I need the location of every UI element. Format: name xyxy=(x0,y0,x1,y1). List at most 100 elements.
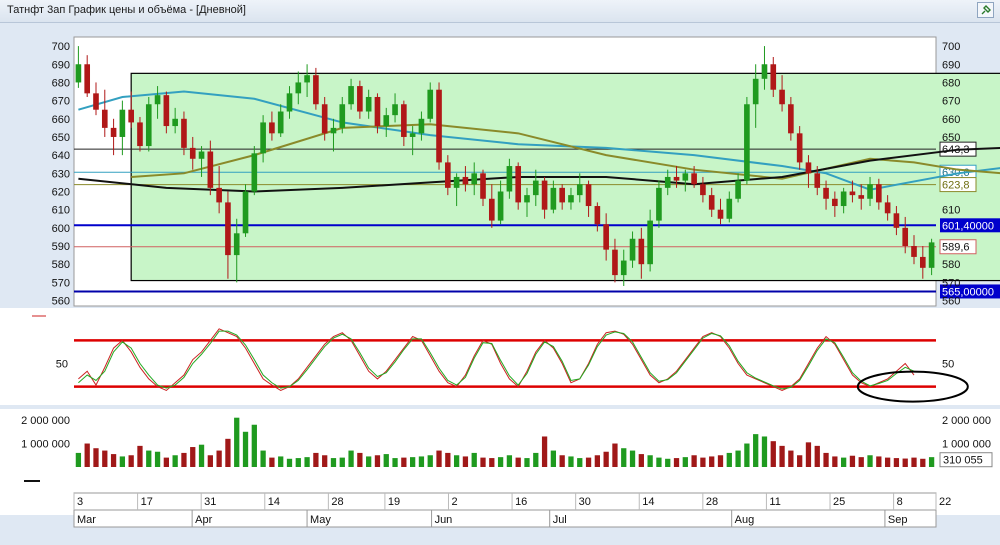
volume-bar-21 xyxy=(260,450,266,467)
candle-body-29 xyxy=(330,127,337,134)
volume-bar-69 xyxy=(682,457,688,467)
date-tick-0: 3 xyxy=(77,496,83,508)
candle-body-26 xyxy=(304,75,310,83)
stochastic-panel-background xyxy=(0,308,1000,405)
volume-tick-right-0: 1 000 000 xyxy=(942,439,991,451)
candle-body-43 xyxy=(453,176,460,188)
candle-body-87 xyxy=(840,191,847,207)
candle-body-5 xyxy=(119,109,126,137)
price-tick-left-12: 680 xyxy=(52,77,70,89)
volume-bar-62 xyxy=(621,448,627,467)
price-tick-right-2: 580 xyxy=(942,259,960,271)
volume-bar-86 xyxy=(832,456,838,467)
candle-body-18 xyxy=(233,233,240,256)
candle-body-53 xyxy=(541,180,548,210)
price-tick-left-1: 570 xyxy=(52,277,70,289)
volume-bar-51 xyxy=(524,458,530,467)
date-tick-8: 30 xyxy=(579,496,591,508)
volume-bar-28 xyxy=(322,455,328,467)
volume-bar-56 xyxy=(568,456,574,467)
candle-body-41 xyxy=(436,89,442,163)
candle-body-44 xyxy=(462,176,469,185)
date-tick-9: 14 xyxy=(642,496,654,508)
candle-body-21 xyxy=(260,122,266,154)
date-tick-13: 8 xyxy=(897,496,903,508)
price-tick-left-2: 580 xyxy=(52,259,70,271)
price-tick-right-11: 670 xyxy=(942,96,960,108)
candle-body-59 xyxy=(594,206,601,225)
volume-bar-33 xyxy=(366,456,372,467)
candle-body-30 xyxy=(339,104,346,128)
volume-bar-1 xyxy=(84,443,90,467)
candle-body-20 xyxy=(251,153,258,192)
candle-body-7 xyxy=(137,122,143,147)
candle-body-23 xyxy=(277,111,284,134)
candle-body-62 xyxy=(620,260,627,276)
volume-bar-10 xyxy=(163,457,169,467)
volume-bar-66 xyxy=(656,457,662,467)
volume-bar-44 xyxy=(462,456,469,467)
price-tick-left-5: 610 xyxy=(52,205,70,217)
volume-bar-23 xyxy=(278,456,284,467)
date-tick-7: 16 xyxy=(515,496,527,508)
volume-bar-9 xyxy=(154,451,161,467)
volume-bar-55 xyxy=(559,455,565,467)
candle-body-27 xyxy=(313,75,319,105)
volume-bar-57 xyxy=(577,458,583,467)
candle-body-71 xyxy=(700,184,706,196)
candle-body-19 xyxy=(242,191,249,234)
candle-body-76 xyxy=(744,104,750,181)
candle-body-81 xyxy=(788,104,794,134)
candle-body-3 xyxy=(101,109,108,128)
stochastic-tick-left-0: 50 xyxy=(56,359,68,371)
volume-bar-42 xyxy=(445,452,451,467)
price-tick-right-12: 680 xyxy=(942,77,960,89)
candle-body-68 xyxy=(673,176,680,181)
candle-body-66 xyxy=(656,187,662,221)
candle-body-51 xyxy=(524,195,530,203)
candle-body-50 xyxy=(515,166,522,203)
volume-last-label: 310 055 xyxy=(943,455,983,467)
price-tick-right-13: 690 xyxy=(942,59,960,71)
volume-bar-17 xyxy=(225,438,231,467)
candle-body-33 xyxy=(365,96,372,112)
volume-bar-31 xyxy=(348,450,354,467)
volume-bar-50 xyxy=(515,457,521,467)
price-tick-left-13: 690 xyxy=(52,59,70,71)
volume-bar-25 xyxy=(295,458,301,467)
candle-body-96 xyxy=(919,256,926,268)
volume-bar-79 xyxy=(770,441,776,467)
month-label-2: May xyxy=(310,514,331,526)
date-tick-11: 11 xyxy=(769,496,780,508)
candle-body-57 xyxy=(576,184,583,196)
candle-body-73 xyxy=(717,209,724,219)
month-label-1: Apr xyxy=(195,514,212,526)
price-tick-right-10: 660 xyxy=(942,114,960,126)
volume-bar-26 xyxy=(304,457,310,467)
volume-bar-13 xyxy=(190,447,196,467)
volume-bar-68 xyxy=(673,458,680,467)
pin-icon[interactable] xyxy=(977,2,994,18)
volume-bar-75 xyxy=(735,450,741,467)
volume-bar-32 xyxy=(357,452,363,467)
volume-bar-2 xyxy=(93,448,99,467)
candle-body-28 xyxy=(321,104,328,134)
candle-body-13 xyxy=(189,147,196,159)
candle-body-1 xyxy=(84,64,91,94)
volume-bar-24 xyxy=(286,458,293,467)
volume-bar-64 xyxy=(638,454,644,467)
candle-body-46 xyxy=(480,173,486,199)
volume-bar-41 xyxy=(436,450,442,467)
volume-bar-45 xyxy=(471,452,477,467)
candle-body-79 xyxy=(770,64,777,90)
volume-bar-36 xyxy=(392,458,398,467)
candle-body-82 xyxy=(796,133,803,163)
candle-body-34 xyxy=(374,96,381,127)
price-tick-left-14: 700 xyxy=(52,41,70,53)
candle-body-31 xyxy=(348,86,354,105)
volume-bar-58 xyxy=(585,457,592,467)
volume-bar-77 xyxy=(753,434,759,467)
volume-bar-0 xyxy=(75,452,82,467)
candle-body-74 xyxy=(726,198,733,219)
level-label-4: 589,6 xyxy=(942,242,970,254)
